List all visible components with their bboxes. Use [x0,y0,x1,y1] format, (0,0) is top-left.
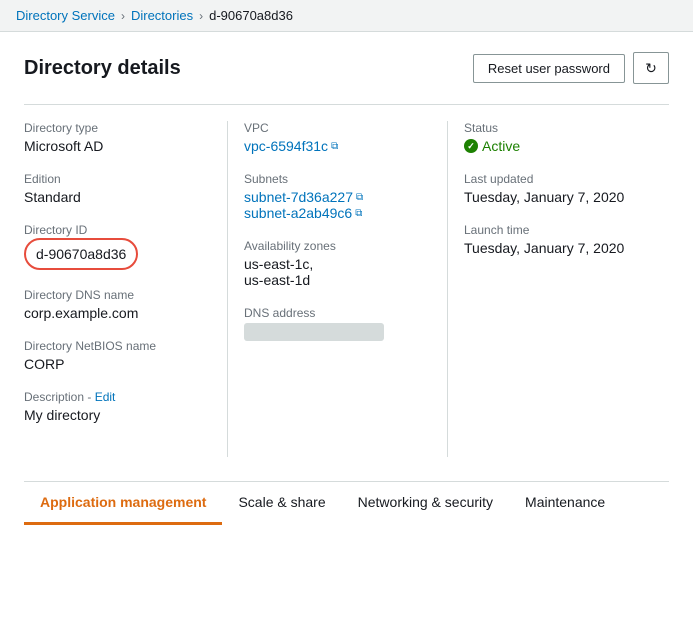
field-value-subnets: subnet-7d36a227⧉ subnet-a2ab49c6⧉ [244,189,431,221]
field-value-launch-time: Tuesday, January 7, 2020 [464,240,653,256]
details-col3: Status Active Last updated Tuesday, Janu… [464,121,669,457]
breadcrumb-current: d-90670a8d36 [209,8,293,23]
field-label-directory-id: Directory ID [24,223,211,237]
status-active-icon [464,139,478,153]
field-last-updated: Last updated Tuesday, January 7, 2020 [464,172,653,205]
field-availability-zones: Availability zones us-east-1c, us-east-1… [244,239,431,288]
field-label-last-updated: Last updated [464,172,653,186]
directory-id-circled: d-90670a8d36 [24,238,138,270]
refresh-icon: ↻ [645,60,657,77]
tab-scale-share[interactable]: Scale & share [222,482,341,525]
main-content: Directory details Reset user password ↻ … [0,32,693,525]
field-value-description: My directory [24,407,211,423]
subnet-2-link[interactable]: subnet-a2ab49c6⧉ [244,205,362,221]
field-subnets: Subnets subnet-7d36a227⧉ subnet-a2ab49c6… [244,172,431,221]
header-actions: Reset user password ↻ [473,52,669,84]
vpc-link[interactable]: vpc-6594f31c ⧉ [244,138,338,154]
field-value-vpc: vpc-6594f31c ⧉ [244,138,431,154]
page-title: Directory details [24,57,181,80]
tabs-bar: Application management Scale & share Net… [24,481,669,525]
subnet-1-link[interactable]: subnet-7d36a227⧉ [244,189,363,205]
field-launch-time: Launch time Tuesday, January 7, 2020 [464,223,653,256]
dns-address-blurred [244,323,384,341]
field-value-directory-type: Microsoft AD [24,138,211,154]
breadcrumb-sep-2: › [199,9,203,23]
field-value-directory-id: d-90670a8d36 [36,246,126,262]
field-dns-address: DNS address [244,306,431,341]
field-value-edition: Standard [24,189,211,205]
field-label-subnets: Subnets [244,172,431,186]
field-directory-netbios-name: Directory NetBIOS name CORP [24,339,211,372]
field-label-availability-zones: Availability zones [244,239,431,253]
tab-application-management[interactable]: Application management [24,482,222,525]
tab-maintenance[interactable]: Maintenance [509,482,621,525]
field-value-directory-dns-name: corp.example.com [24,305,211,321]
external-link-icon-subnet1: ⧉ [356,192,363,203]
field-label-dns-address: DNS address [244,306,431,320]
external-link-icon: ⧉ [331,141,338,152]
field-directory-id: Directory ID d-90670a8d36 [24,223,211,270]
breadcrumb: Directory Service › Directories › d-9067… [0,0,693,32]
breadcrumb-directories[interactable]: Directories [131,8,193,23]
field-vpc: VPC vpc-6594f31c ⧉ [244,121,431,154]
field-label-directory-netbios-name: Directory NetBIOS name [24,339,211,353]
header-row: Directory details Reset user password ↻ [24,52,669,84]
field-directory-type: Directory type Microsoft AD [24,121,211,154]
field-label-description: Description - Edit [24,390,211,404]
field-label-edition: Edition [24,172,211,186]
field-directory-dns-name: Directory DNS name corp.example.com [24,288,211,321]
field-value-last-updated: Tuesday, January 7, 2020 [464,189,653,205]
field-label-launch-time: Launch time [464,223,653,237]
field-status: Status Active [464,121,653,154]
description-edit-link[interactable]: Edit [95,390,116,404]
field-edition: Edition Standard [24,172,211,205]
reset-user-password-button[interactable]: Reset user password [473,54,625,83]
details-col1: Directory type Microsoft AD Edition Stan… [24,121,228,457]
refresh-button[interactable]: ↻ [633,52,669,84]
field-label-directory-type: Directory type [24,121,211,135]
breadcrumb-directory-service[interactable]: Directory Service [16,8,115,23]
field-value-availability-zones: us-east-1c, us-east-1d [244,256,431,288]
field-value-dns-address [244,323,431,341]
details-col2: VPC vpc-6594f31c ⧉ Subnets subnet-7d36a2… [244,121,448,457]
tab-networking-security[interactable]: Networking & security [342,482,509,525]
field-value-status: Active [464,138,653,154]
details-grid: Directory type Microsoft AD Edition Stan… [24,104,669,457]
field-label-status: Status [464,121,653,135]
field-description: Description - Edit My directory [24,390,211,423]
field-value-directory-netbios-name: CORP [24,356,211,372]
external-link-icon-subnet2: ⧉ [355,208,362,219]
field-label-vpc: VPC [244,121,431,135]
breadcrumb-sep-1: › [121,9,125,23]
field-label-directory-dns-name: Directory DNS name [24,288,211,302]
